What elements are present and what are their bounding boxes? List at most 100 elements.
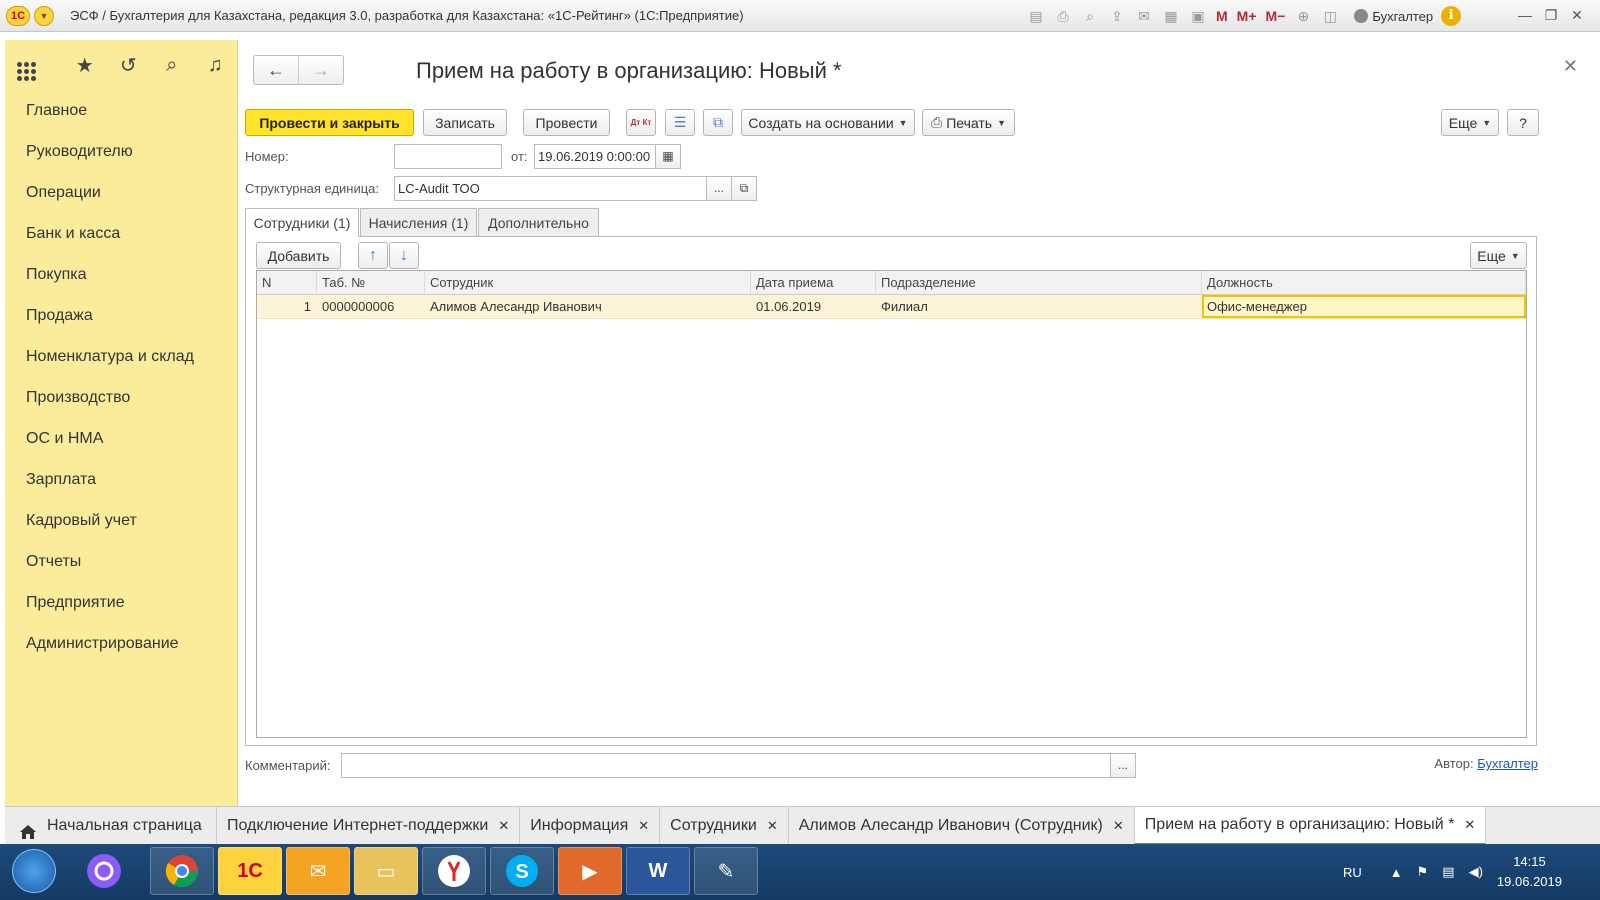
add-row-button[interactable]: Добавить <box>256 242 341 269</box>
section-item[interactable]: Операции <box>5 172 237 213</box>
calendar-icon[interactable]: ▣ <box>1187 5 1209 27</box>
table-more-button[interactable]: Еще ▼ <box>1470 242 1527 269</box>
save-icon[interactable]: ▤ <box>1025 5 1047 27</box>
all-functions-icon[interactable] <box>17 50 63 81</box>
tab-additional[interactable]: Дополнительно <box>478 208 599 236</box>
window-tab-internet-support[interactable]: Подключение Интернет-поддержки ✕ <box>217 807 521 845</box>
tray-expand-icon[interactable]: ▲ <box>1390 865 1403 880</box>
notifications-bell-icon[interactable]: ♫ <box>194 54 238 77</box>
window-tab-hire-document[interactable]: Прием на работу в организацию: Новый * ✕ <box>1134 807 1487 845</box>
language-indicator[interactable]: RU <box>1343 865 1362 880</box>
cell-employee[interactable]: Алимов Алесандр Иванович <box>425 295 751 318</box>
cell-hire-date[interactable]: 01.06.2019 <box>751 295 876 318</box>
cell-position[interactable]: Офис-менеджер <box>1202 295 1526 318</box>
report-icon[interactable]: ☰ <box>665 109 695 136</box>
section-item[interactable]: Главное <box>5 90 237 131</box>
section-item[interactable]: Администрирование <box>5 623 237 664</box>
memory-minus-button[interactable]: M− <box>1264 5 1288 27</box>
back-arrow-icon[interactable]: ← <box>254 56 298 84</box>
network-icon[interactable]: ▤ <box>1442 864 1454 880</box>
explorer-icon[interactable]: ▭ <box>354 847 418 895</box>
unit-select-button[interactable]: ... <box>706 176 732 201</box>
column-header-department[interactable]: Подразделение <box>876 271 1202 294</box>
alice-icon[interactable] <box>72 847 136 895</box>
section-item[interactable]: Банк и касса <box>5 213 237 254</box>
favorites-star-icon[interactable]: ★ <box>63 53 107 78</box>
cell-n[interactable]: 1 <box>257 295 317 318</box>
volume-icon[interactable]: ◀) <box>1469 864 1483 880</box>
section-item[interactable]: Производство <box>5 377 237 418</box>
open-unit-icon[interactable]: ⧉ <box>731 176 757 201</box>
media-icon[interactable]: ▶ <box>558 847 622 895</box>
dt-kt-icon[interactable]: Дт Кт <box>626 109 656 136</box>
window-tab-home[interactable]: Начальная страница <box>5 807 217 845</box>
word-icon[interactable]: W <box>626 847 690 895</box>
structure-icon[interactable]: ⧉ <box>703 109 733 136</box>
close-tab-icon[interactable]: ✕ <box>498 808 509 844</box>
number-field[interactable] <box>394 144 502 169</box>
unit-field[interactable]: LC-Audit ТОО <box>394 176 707 201</box>
column-header-hire-date[interactable]: Дата приема <box>751 271 876 294</box>
memory-plus-button[interactable]: M+ <box>1235 5 1259 27</box>
window-tab-information[interactable]: Информация ✕ <box>520 807 661 845</box>
move-down-arrow-icon[interactable]: ↓ <box>389 242 419 269</box>
close-tab-icon[interactable]: ✕ <box>1113 808 1124 844</box>
close-form-icon[interactable]: ✕ <box>1563 56 1578 77</box>
save-button[interactable]: Записать <box>423 109 507 136</box>
clock[interactable]: 14:15 19.06.2019 <box>1497 852 1562 892</box>
close-tab-icon[interactable]: ✕ <box>638 808 649 844</box>
1c-icon[interactable]: 1С <box>218 847 282 895</box>
print-button[interactable]: ⎙ Печать ▼ <box>922 109 1015 136</box>
date-field[interactable]: 19.06.2019 0:00:00 <box>534 144 656 169</box>
section-item[interactable]: Номенклатура и склад <box>5 336 237 377</box>
preview-icon[interactable]: ⌕ <box>1079 5 1101 27</box>
column-header-employee[interactable]: Сотрудник <box>425 271 751 294</box>
paint-icon[interactable]: ✎ <box>694 847 758 895</box>
chrome-icon[interactable] <box>150 847 214 895</box>
section-item[interactable]: Отчеты <box>5 541 237 582</box>
mail-icon[interactable]: ✉ <box>1133 5 1155 27</box>
link-icon[interactable]: ⇪ <box>1106 5 1128 27</box>
history-icon[interactable]: ↺ <box>107 53 151 78</box>
section-item[interactable]: Руководителю <box>5 131 237 172</box>
minimize-icon[interactable]: — <box>1512 4 1538 26</box>
close-window-icon[interactable]: ✕ <box>1564 4 1590 26</box>
section-item[interactable]: Продажа <box>5 295 237 336</box>
restore-icon[interactable]: ❐ <box>1538 4 1564 26</box>
1c-logo-icon[interactable]: 1С <box>6 6 30 26</box>
window-tab-employee-card[interactable]: Алимов Алесандр Иванович (Сотрудник) ✕ <box>789 807 1135 845</box>
panels-icon[interactable]: ◫ <box>1319 5 1341 27</box>
print-icon[interactable]: ⎙ <box>1052 5 1074 27</box>
zoom-icon[interactable]: ⊕ <box>1292 5 1314 27</box>
skype-icon[interactable]: S <box>490 847 554 895</box>
close-tab-icon[interactable]: ✕ <box>767 808 778 844</box>
calculator-icon[interactable]: ▦ <box>1160 5 1182 27</box>
comment-edit-button[interactable]: ... <box>1110 753 1136 778</box>
tab-accruals[interactable]: Начисления (1) <box>360 208 477 236</box>
author-link[interactable]: Бухгалтер <box>1477 756 1538 771</box>
move-up-arrow-icon[interactable]: ↑ <box>358 242 388 269</box>
start-button-icon[interactable] <box>12 849 56 893</box>
window-tab-employees[interactable]: Сотрудники ✕ <box>660 807 789 845</box>
close-tab-icon[interactable]: ✕ <box>1464 807 1475 843</box>
post-button[interactable]: Провести <box>523 109 610 136</box>
section-item[interactable]: Зарплата <box>5 459 237 500</box>
yandex-icon[interactable] <box>422 847 486 895</box>
section-item[interactable]: Кадровый учет <box>5 500 237 541</box>
tab-employees[interactable]: Сотрудники (1) <box>245 208 359 237</box>
forward-arrow-icon[interactable]: → <box>298 56 343 84</box>
column-header-n[interactable]: N <box>257 271 317 294</box>
column-header-tab-number[interactable]: Таб. № <box>317 271 425 294</box>
cell-tab-number[interactable]: 0000000006 <box>317 295 425 318</box>
more-button[interactable]: Еще ▼ <box>1441 109 1499 136</box>
section-item[interactable]: Предприятие <box>5 582 237 623</box>
create-based-on-button[interactable]: Создать на основании ▼ <box>741 109 915 136</box>
calendar-picker-icon[interactable]: ▦ <box>655 144 681 169</box>
cell-department[interactable]: Филиал <box>876 295 1202 318</box>
column-header-position[interactable]: Должность <box>1202 271 1526 294</box>
table-row[interactable]: 1 0000000006 Алимов Алесандр Иванович 01… <box>257 295 1526 319</box>
memory-m-button[interactable]: M <box>1214 5 1230 27</box>
post-and-close-button[interactable]: Провести и закрыть <box>245 109 414 136</box>
main-menu-chevron-icon[interactable]: ▼ <box>34 6 54 26</box>
current-user[interactable]: Бухгалтер <box>1354 9 1433 24</box>
